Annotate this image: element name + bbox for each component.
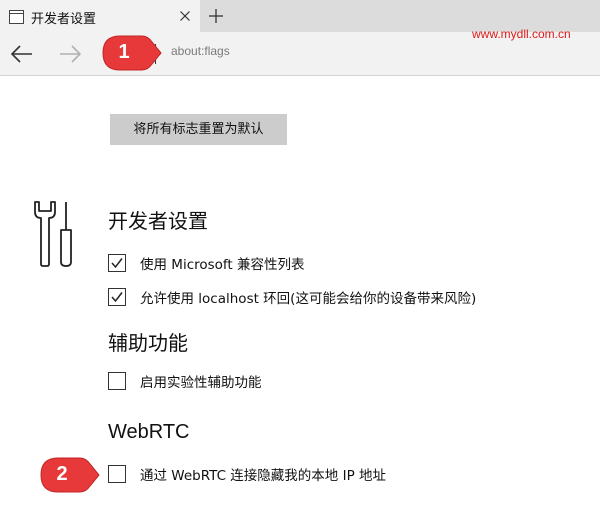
- arrow-left-icon[interactable]: [8, 40, 36, 68]
- watermark: www.mydll.com.cn: [472, 27, 571, 41]
- annotation-number: 1: [118, 41, 130, 63]
- annotation-marker-2: 2: [38, 455, 102, 495]
- annotation-marker-1: 1: [100, 33, 164, 73]
- option-label: 使用 Microsoft 兼容性列表: [140, 257, 305, 273]
- address-bar[interactable]: about:flags: [171, 44, 230, 58]
- tools-icon: [30, 200, 76, 268]
- accessibility-heading: 辅助功能: [108, 331, 188, 355]
- plus-icon[interactable]: [205, 5, 227, 27]
- option-localhost-loopback[interactable]: 允许使用 localhost 环回(这可能会给你的设备带来风险): [108, 287, 476, 307]
- option-hide-local-ip[interactable]: 通过 WebRTC 连接隐藏我的本地 IP 地址: [108, 464, 386, 484]
- webrtc-heading: WebRTC: [108, 421, 190, 443]
- option-label: 允许使用 localhost 环回(这可能会给你的设备带来风险): [140, 291, 477, 307]
- reset-flags-button[interactable]: 将所有标志重置为默认: [110, 114, 287, 145]
- close-icon[interactable]: [176, 7, 194, 25]
- option-label: 启用实验性辅助功能: [140, 375, 262, 391]
- arrow-right-icon[interactable]: [56, 40, 84, 68]
- developer-settings-heading: 开发者设置: [108, 209, 208, 233]
- annotation-number: 2: [56, 463, 68, 485]
- checkbox-checked[interactable]: [108, 288, 126, 306]
- page-icon: [9, 9, 24, 24]
- tab-developer-settings[interactable]: 开发者设置: [0, 0, 200, 32]
- option-experimental-accessibility[interactable]: 启用实验性辅助功能: [108, 371, 262, 391]
- option-microsoft-compat-list[interactable]: 使用 Microsoft 兼容性列表: [108, 253, 305, 273]
- checkbox-checked[interactable]: [108, 254, 126, 272]
- checkbox-unchecked[interactable]: [108, 465, 126, 483]
- tab-title: 开发者设置: [31, 12, 97, 27]
- checkbox-unchecked[interactable]: [108, 372, 126, 390]
- option-label: 通过 WebRTC 连接隐藏我的本地 IP 地址: [140, 468, 386, 484]
